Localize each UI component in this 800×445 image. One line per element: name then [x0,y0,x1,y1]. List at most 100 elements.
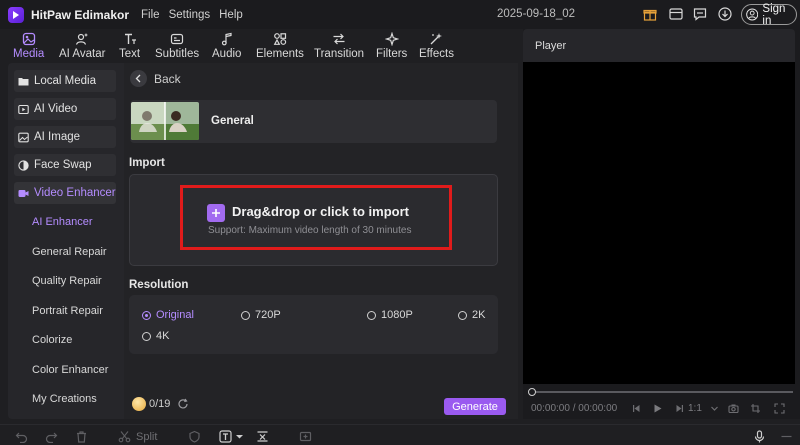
resolution-1080p-radio[interactable]: 1080P [367,309,413,321]
sidebar-item-label: Local Media [34,75,97,87]
tab-audio-label: Audio [212,48,242,60]
model-thumbnail [131,102,199,140]
play-icon[interactable] [651,402,663,414]
tab-ai-avatar[interactable]: AI Avatar [59,29,105,63]
scrubber-handle[interactable] [528,388,536,396]
zoom-icon[interactable] [779,429,793,443]
dragdrop-label[interactable]: Drag&drop or click to import [232,204,409,219]
aspect-ratio-selector[interactable]: 1:1 [688,403,702,414]
delete-icon[interactable] [74,429,88,443]
model-card-label: General [211,115,254,127]
credits-counter: 0/19 [132,397,189,411]
tab-filters[interactable]: Filters [376,29,407,63]
resolution-options [129,295,498,354]
sidebar-item-local-media[interactable]: Local Media [14,70,116,92]
generate-button[interactable]: Generate [444,398,506,415]
resolution-2k-radio[interactable]: 2K [458,309,485,321]
text-tool-chevron-icon[interactable] [232,429,246,443]
add-track-icon[interactable] [298,429,312,443]
redo-icon[interactable] [44,429,58,443]
split-label[interactable]: Split [136,431,157,443]
snapshot-icon[interactable] [727,402,739,414]
subitem-color-enhancer[interactable]: Color Enhancer [32,364,108,376]
sidebar-item-label: AI Video [34,103,78,115]
subitem-my-creations[interactable]: My Creations [32,393,97,405]
resolution-original-radio[interactable]: Original [142,309,194,321]
download-icon[interactable] [717,6,733,22]
ai-avatar-icon [76,33,89,45]
sidebar-item-face-swap[interactable]: Face Swap [14,154,116,176]
effects-icon [431,33,443,45]
next-frame-icon[interactable] [673,402,685,414]
shield-icon[interactable] [187,429,201,443]
tab-elements[interactable]: Elements [256,29,304,63]
app-name: HitPaw Edimakor [31,7,130,22]
sidebar-item-ai-image[interactable]: AI Image [14,126,116,148]
scissors-icon[interactable] [117,429,131,443]
crop-icon[interactable] [749,402,761,414]
playback-scrubber[interactable] [531,391,793,393]
refresh-icon[interactable] [177,398,189,410]
radio-label: 2K [472,309,486,321]
support-hint: Support: Maximum video length of 30 minu… [208,225,412,236]
filters-icon [384,32,399,46]
resolution-title: Resolution [129,279,189,291]
tab-elements-label: Elements [256,48,304,60]
menu-help[interactable]: Help [219,9,243,21]
back-button[interactable] [130,70,147,87]
project-name: 2025-09-18_02 [497,8,576,20]
sidebar-item-ai-video[interactable]: AI Video [14,98,116,120]
sign-in-button[interactable]: Sign in [741,2,797,27]
layout-icon[interactable] [668,6,684,22]
tab-effects[interactable]: Effects [419,29,454,63]
add-import-button[interactable] [207,204,225,222]
previous-frame-icon[interactable] [630,402,642,414]
generate-label: Generate [452,400,498,413]
credits-value: 0/19 [149,398,171,410]
radio-dot [142,331,151,341]
subitem-quality-repair[interactable]: Quality Repair [32,275,102,287]
tab-effects-label: Effects [419,48,454,60]
player-preview[interactable] [523,62,795,384]
subitem-colorize[interactable]: Colorize [32,334,72,346]
back-label[interactable]: Back [154,72,181,86]
sign-in-label: Sign in [762,2,786,27]
menu-settings[interactable]: Settings [169,9,211,21]
gift-icon[interactable] [642,6,658,22]
sidebar-item-label: AI Image [34,131,81,143]
tab-media[interactable]: Media [13,29,44,63]
microphone-icon[interactable] [752,429,766,443]
timeline-toolbar: Split [0,424,800,445]
elements-icon [273,33,287,45]
tab-text[interactable]: Text [119,29,140,63]
subitem-ai-enhancer[interactable]: AI Enhancer [32,216,93,228]
player-panel: Player 00:00:00 / 00:00:00 1:1 [523,29,800,419]
tab-audio[interactable]: Audio [212,29,241,63]
tab-text-label: Text [119,48,141,60]
tab-subtitles[interactable]: Subtitles [155,29,199,63]
detach-icon[interactable] [255,429,269,443]
sidebar-item-video-enhancer[interactable]: Video Enhancer [14,182,116,204]
model-card-general[interactable]: General [130,100,497,143]
tab-ai-avatar-label: AI Avatar [59,48,106,60]
radio-label: 1080P [381,309,413,321]
folder-icon [18,77,29,85]
resolution-720p-radio[interactable]: 720P [241,309,281,321]
chevron-down-icon[interactable] [708,402,720,414]
tab-transition[interactable]: Transition [314,29,364,63]
fullscreen-icon[interactable] [773,402,785,414]
subitem-portrait-repair[interactable]: Portrait Repair [32,305,103,317]
resolution-4k-radio[interactable]: 4K [142,330,169,342]
tab-transition-label: Transition [314,48,365,60]
player-title: Player [535,40,567,52]
feedback-icon[interactable] [692,6,708,22]
text-tool-icon[interactable] [218,429,232,443]
plus-icon [212,209,220,217]
tab-media-label: Media [13,48,45,60]
subitem-general-repair[interactable]: General Repair [32,246,107,258]
undo-icon[interactable] [14,429,28,443]
import-title: Import [129,157,165,169]
radio-dot [458,310,467,320]
menu-file[interactable]: File [141,9,160,21]
video-enhancer-icon [18,189,29,197]
